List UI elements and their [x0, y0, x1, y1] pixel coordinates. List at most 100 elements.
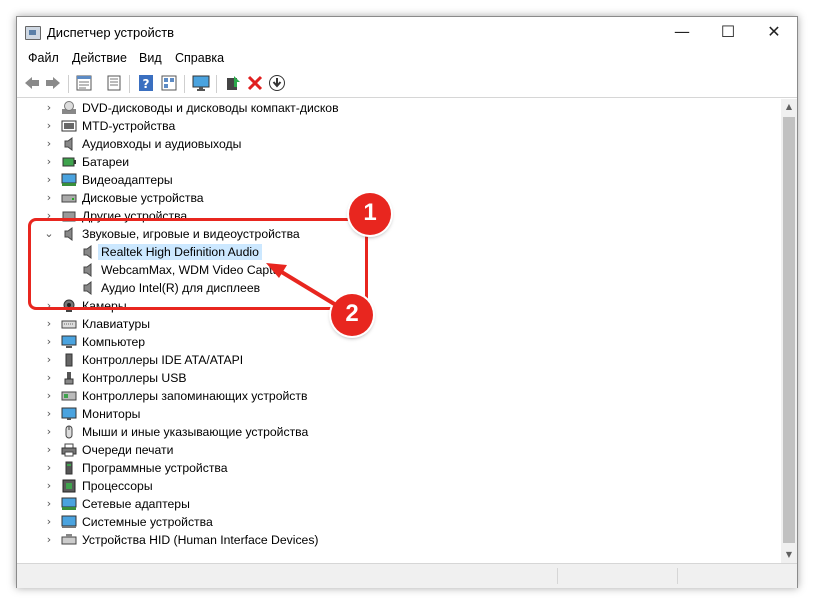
maximize-button[interactable]: ☐ — [705, 17, 751, 49]
tree-item-label: MTD-устройства — [82, 119, 176, 133]
chevron-right-icon[interactable]: › — [43, 153, 55, 171]
tree-item-print-queues[interactable]: › Очереди печати — [17, 441, 757, 459]
tree-item-usb-controllers[interactable]: › Контроллеры USB — [17, 369, 757, 387]
status-divider — [677, 568, 678, 584]
update-driver-icon[interactable] — [224, 74, 242, 92]
tree-item-mtd[interactable]: › MTD-устройства — [17, 117, 757, 135]
scroll-thumb[interactable] — [783, 117, 795, 543]
properties-icon[interactable] — [75, 74, 93, 92]
tree-item-audio-io[interactable]: › Аудиовходы и аудиовыходы — [17, 135, 757, 153]
tree-item-label: Процессоры — [82, 479, 153, 493]
tree-item-label: Контроллеры USB — [82, 371, 187, 385]
chevron-right-icon[interactable]: › — [43, 387, 55, 405]
chevron-right-icon[interactable]: › — [43, 135, 55, 153]
tree-item-monitors[interactable]: › Мониторы — [17, 405, 757, 423]
tree-item-storage-controllers[interactable]: › Контроллеры запоминающих устройств — [17, 387, 757, 405]
menu-bar: Файл Действие Вид Справка — [17, 49, 797, 69]
annotation-badge-1: 1 — [349, 193, 391, 235]
ide-controller-icon — [65, 353, 73, 367]
hid-icon — [61, 534, 77, 545]
menu-file[interactable]: Файл — [28, 51, 59, 65]
chevron-right-icon[interactable]: › — [43, 459, 55, 477]
menu-action[interactable]: Действие — [72, 51, 127, 65]
toolbar-separator — [216, 75, 217, 93]
tree-item-dvd[interactable]: › DVD-дисководы и дисководы компакт-диск… — [17, 99, 757, 117]
processor-icon — [62, 479, 76, 493]
chevron-right-icon[interactable]: › — [43, 351, 55, 369]
tree-item-system-devices[interactable]: › Системные устройства — [17, 513, 757, 531]
tree-item-label: Системные устройства — [82, 515, 213, 529]
printer-icon — [61, 443, 77, 457]
tree-item-label: DVD-дисководы и дисководы компакт-дисков — [82, 101, 339, 115]
tree-item-display-adapters[interactable]: › Видеоадаптеры — [17, 171, 757, 189]
view-icon[interactable] — [160, 74, 178, 92]
toolbar-separator — [68, 75, 69, 93]
storage-controller-icon — [61, 391, 77, 401]
keyboard-icon — [61, 320, 77, 329]
tree-item-mice[interactable]: › Мыши и иные указывающие устройства — [17, 423, 757, 441]
tree-item-label: Аудиовходы и аудиовыходы — [82, 137, 242, 151]
list-icon[interactable] — [105, 74, 123, 92]
chevron-right-icon[interactable]: › — [43, 405, 55, 423]
tree-item-label: Очереди печати — [82, 443, 174, 457]
annotation-highlight-box — [28, 218, 368, 310]
tree-item-processors[interactable]: › Процессоры — [17, 477, 757, 495]
chevron-right-icon[interactable]: › — [43, 423, 55, 441]
tree-item-software-devices[interactable]: › Программные устройства — [17, 459, 757, 477]
tree-item-keyboards[interactable]: › Клавиатуры — [17, 315, 757, 333]
help-icon[interactable]: ? — [137, 74, 155, 92]
tree-item-hid[interactable]: › Устройства HID (Human Interface Device… — [17, 531, 757, 549]
chevron-right-icon[interactable]: › — [43, 189, 55, 207]
chevron-right-icon[interactable]: › — [43, 333, 55, 351]
chevron-right-icon[interactable]: › — [43, 441, 55, 459]
tree-item-label: Сетевые адаптеры — [82, 497, 190, 511]
minimize-button[interactable]: — — [659, 17, 705, 49]
mouse-icon — [65, 425, 73, 439]
tree-item-label: Мыши и иные указывающие устройства — [82, 425, 309, 439]
tree-item-ide-controllers[interactable]: › Контроллеры IDE ATA/ATAPI — [17, 351, 757, 369]
chevron-right-icon[interactable]: › — [43, 369, 55, 387]
speaker-icon — [64, 137, 73, 151]
remove-device-icon[interactable] — [246, 74, 264, 92]
tree-item-computer[interactable]: › Компьютер — [17, 333, 757, 351]
software-device-icon — [65, 461, 73, 475]
back-arrow-icon[interactable] — [23, 74, 41, 92]
chevron-right-icon[interactable]: › — [43, 99, 55, 117]
device-tree[interactable]: › DVD-дисководы и дисководы компакт-диск… — [17, 99, 781, 563]
mtd-icon — [61, 120, 77, 132]
chevron-right-icon[interactable]: › — [43, 513, 55, 531]
toolbar: ? — [17, 71, 797, 98]
chevron-right-icon[interactable]: › — [43, 477, 55, 495]
vertical-scrollbar[interactable]: ▲ ▼ — [781, 99, 797, 563]
computer-icon — [61, 335, 77, 348]
status-divider — [557, 568, 558, 584]
svg-text:?: ? — [143, 77, 150, 91]
chevron-right-icon[interactable]: › — [43, 531, 55, 549]
toolbar-separator — [184, 75, 185, 93]
tree-item-network-adapters[interactable]: › Сетевые адаптеры — [17, 495, 757, 513]
status-bar — [17, 563, 797, 588]
tree-item-label: Контроллеры IDE ATA/ATAPI — [82, 353, 244, 367]
menu-help[interactable]: Справка — [175, 51, 224, 65]
system-device-icon — [61, 515, 77, 528]
chevron-right-icon[interactable]: › — [43, 171, 55, 189]
download-icon[interactable] — [268, 74, 286, 92]
display-adapter-icon — [61, 173, 77, 186]
tree-item-label: Дисковые устройства — [82, 191, 204, 205]
chevron-right-icon[interactable]: › — [43, 117, 55, 135]
tree-item-batteries[interactable]: › Батареи — [17, 153, 757, 171]
scroll-down-icon[interactable]: ▼ — [781, 547, 797, 563]
tree-item-label: Батареи — [82, 155, 130, 169]
dvd-icon — [62, 101, 76, 114]
tree-item-label: Программные устройства — [82, 461, 228, 475]
chevron-right-icon[interactable]: › — [43, 495, 55, 513]
tree-item-label: Клавиатуры — [82, 317, 150, 331]
scroll-up-icon[interactable]: ▲ — [781, 99, 797, 115]
chevron-right-icon[interactable]: › — [43, 315, 55, 333]
monitor-icon[interactable] — [192, 74, 210, 92]
menu-view[interactable]: Вид — [139, 51, 162, 65]
close-button[interactable]: ✕ — [751, 17, 797, 49]
title-bar[interactable]: Диспетчер устройств — ☐ ✕ — [17, 17, 797, 49]
usb-icon — [64, 372, 74, 385]
forward-arrow-icon[interactable] — [44, 74, 62, 92]
